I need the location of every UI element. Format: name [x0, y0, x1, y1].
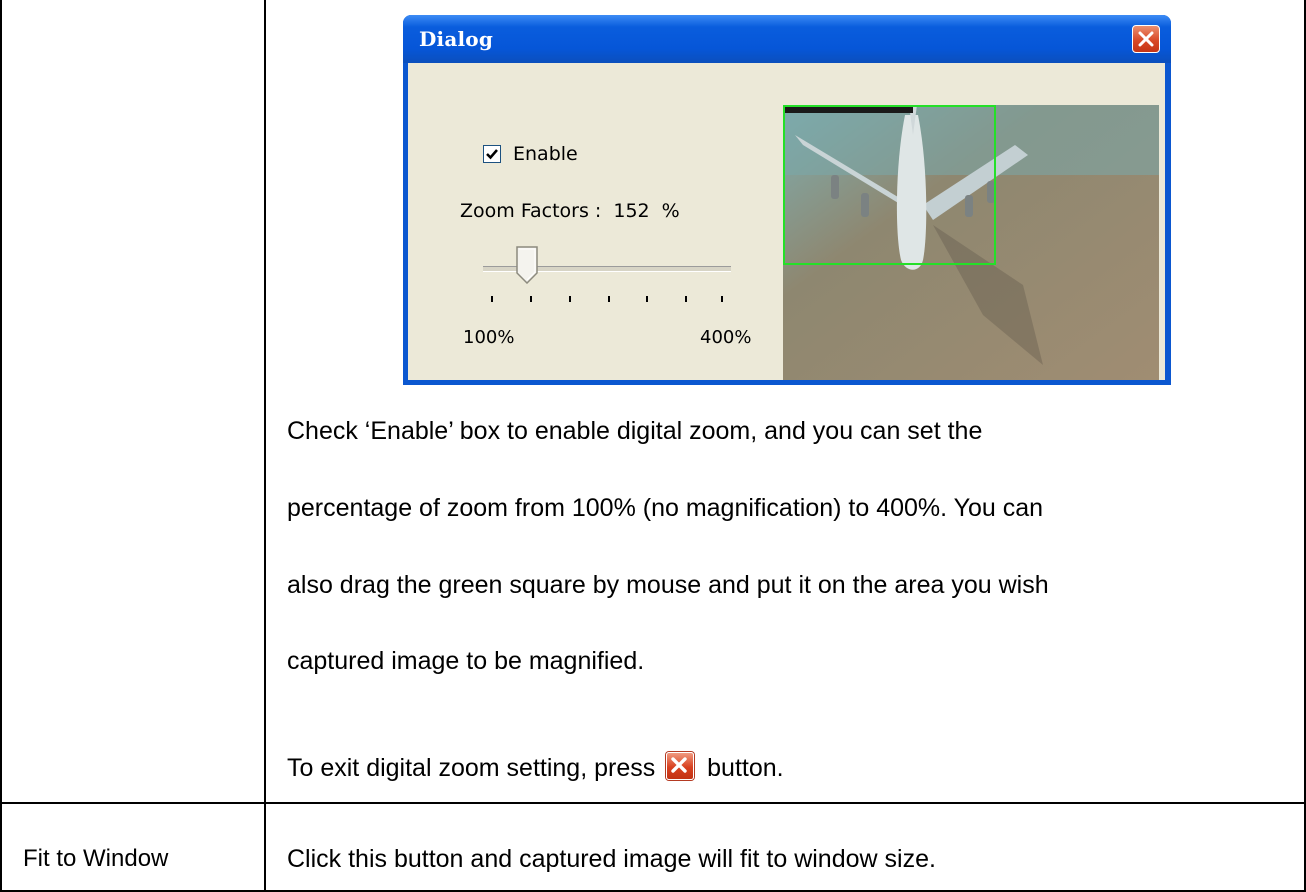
slider-tick [491, 296, 493, 302]
description-line: percentage of zoom from 100% (no magnifi… [287, 494, 1044, 522]
dialog-title: Dialog [419, 27, 494, 51]
slider-max-label: 400% [700, 327, 752, 348]
table-row-divider [0, 802, 1306, 804]
digital-zoom-dialog: Dialog Enable Zoom Factors : 152 % 100% … [403, 15, 1171, 385]
close-button[interactable] [1132, 25, 1160, 53]
slider-tick [569, 296, 571, 302]
fit-to-window-description: Click this button and captured image wil… [287, 845, 936, 873]
table-border-left [0, 0, 2, 892]
fit-to-window-label: Fit to Window [23, 845, 169, 872]
slider-tick [530, 296, 532, 302]
enable-label: Enable [513, 143, 578, 165]
exit-instruction-text: To exit digital zoom setting, press [287, 754, 656, 782]
slider-tick [685, 296, 687, 302]
zoom-factors-label: Zoom Factors : [460, 200, 602, 222]
zoom-factor-unit: % [661, 200, 680, 222]
description-line: captured image to be magnified. [287, 647, 645, 675]
slider-tick [721, 296, 723, 302]
exit-instruction-suffix: button. [707, 754, 784, 782]
zoom-factors-row: Zoom Factors : 152 % [460, 200, 686, 222]
zoom-slider-thumb[interactable] [516, 246, 538, 284]
close-icon [666, 752, 695, 780]
description-line: also drag the green square by mouse and … [287, 571, 1049, 599]
slider-tick [608, 296, 610, 302]
table-column-divider [264, 0, 266, 892]
dialog-client-area: Enable Zoom Factors : 152 % 100% 400% [408, 63, 1165, 380]
enable-checkbox[interactable] [483, 145, 501, 163]
exit-instruction: To exit digital zoom setting, press butt… [287, 752, 784, 783]
zoom-region-square[interactable] [783, 105, 996, 265]
close-icon [1138, 31, 1154, 47]
dialog-titlebar: Dialog [403, 15, 1171, 63]
description-line: Check ‘Enable’ box to enable digital zoo… [287, 417, 983, 445]
zoom-factor-value: 152 [613, 200, 650, 222]
checkmark-icon [486, 149, 498, 160]
slider-min-label: 100% [463, 327, 515, 348]
slider-tick [646, 296, 648, 302]
